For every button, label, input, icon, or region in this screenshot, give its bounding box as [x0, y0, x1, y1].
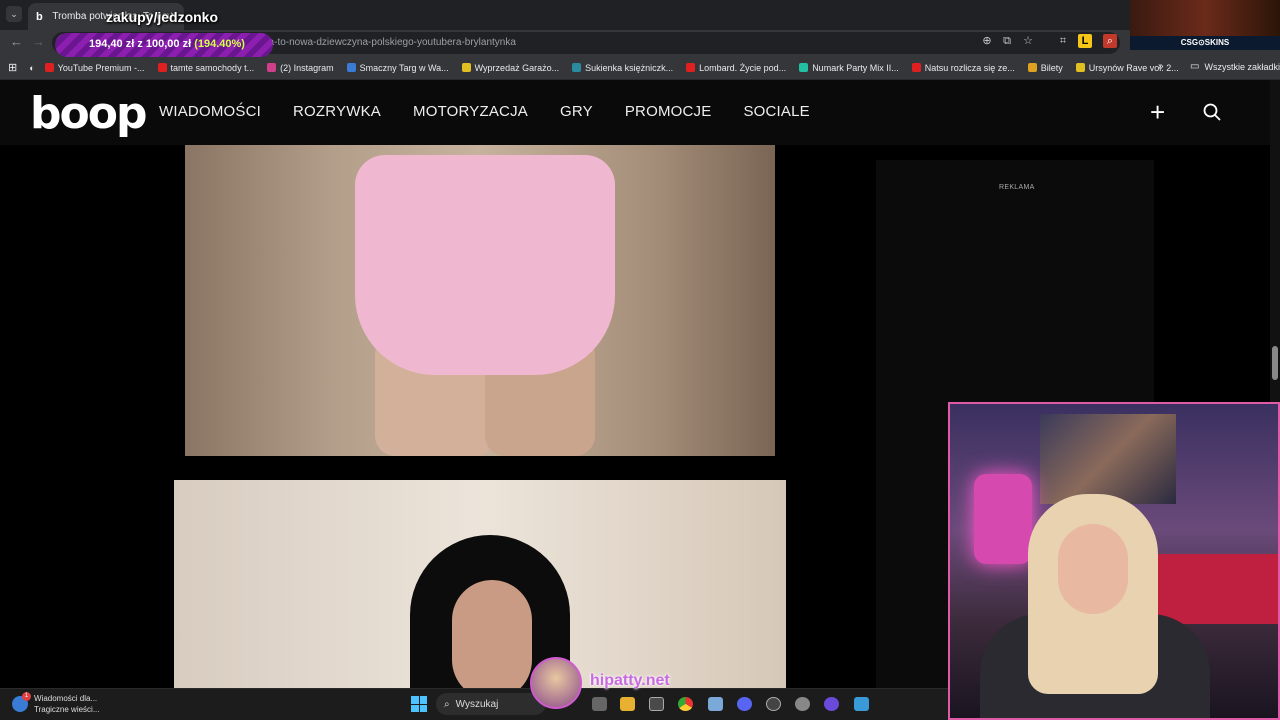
- taskbar-search-icon: ⌕: [444, 698, 450, 710]
- streamer-avatar: [530, 657, 582, 709]
- nav-item-motoryzacja[interactable]: MOTORYZACJA: [413, 103, 528, 120]
- extension-red-icon[interactable]: ⌕: [1103, 34, 1117, 48]
- install-app-icon[interactable]: ⧉: [1000, 34, 1014, 48]
- bookmarks-bar: ⊞ ◐ YouTube Premium -... tamte samochody …: [0, 56, 1280, 80]
- bookmark-favicon-icon: [346, 63, 356, 72]
- news-badge: 1: [22, 692, 31, 701]
- bookmark-label: tamte samochody t...: [170, 62, 255, 73]
- taskbar-search-label: Wyszukaj: [455, 698, 499, 710]
- bookmark-item[interactable]: Bilety: [1027, 62, 1063, 73]
- bookmark-item[interactable]: Numark Party Mix II...: [799, 63, 899, 73]
- news-subtitle: Tragiczne wieści...: [34, 705, 100, 714]
- tab-favicon-icon: b: [36, 10, 43, 23]
- nav-item-sociale[interactable]: SOCIALE: [743, 103, 809, 120]
- task-view-icon[interactable]: [592, 697, 607, 711]
- search-icon[interactable]: [1203, 103, 1221, 121]
- bookmark-favicon-icon: [1027, 63, 1037, 72]
- stream-overlay-title: zakupy/jedzonko: [106, 9, 219, 25]
- news-widget-icon: 1: [12, 692, 31, 712]
- news-widget[interactable]: 1 Wiadomości dla... Tragiczne wieści...: [12, 692, 100, 715]
- back-arrow-icon[interactable]: ←: [10, 34, 23, 49]
- bookmark-favicon-icon: [157, 63, 167, 72]
- bookmark-label: Numark Party Mix II...: [812, 62, 899, 73]
- folder-icon: ▭: [1190, 61, 1200, 72]
- all-bookmarks-folder[interactable]: ▭ Wszystkie zakładki: [1190, 61, 1280, 72]
- app-circle-icon[interactable]: [824, 697, 839, 711]
- bookmark-item[interactable]: Wyprzedaż Garażo...: [461, 62, 560, 73]
- bookmark-label: YouTube Premium -...: [57, 62, 145, 73]
- app-window-icon[interactable]: [854, 697, 869, 711]
- extension-icon[interactable]: ⌗: [1056, 34, 1070, 48]
- bookmark-label: Wyprzedaż Garażo...: [474, 62, 560, 73]
- bookmark-favicon-icon: [44, 63, 54, 72]
- nav-item-rozrywka[interactable]: ROZRYWKA: [293, 103, 381, 120]
- nav-item-promocje[interactable]: PROMOCJE: [625, 103, 712, 120]
- file-explorer-icon[interactable]: [620, 697, 635, 711]
- bookmark-item[interactable]: Smaczny Targ w Wa...: [346, 62, 449, 73]
- bookmark-label: Lombard. Życie pod...: [699, 62, 787, 73]
- taskbar-search[interactable]: ⌕ Wyszukaj: [436, 693, 546, 715]
- nav-item-gry[interactable]: GRY: [560, 103, 593, 120]
- bookmark-favicon-icon: [572, 63, 582, 72]
- site-logo[interactable]: boop: [30, 88, 147, 139]
- donation-amount: 194,40 zł z 100,00 zł: [89, 38, 192, 50]
- bookmark-favicon-icon: [267, 63, 277, 72]
- bookmark-label: Ursynów Rave vol. 2...: [1088, 62, 1179, 73]
- notepad-icon[interactable]: [708, 697, 723, 711]
- donation-goal-text: 194,40 zł z 100,00 zł (194.40%): [89, 38, 245, 50]
- obs-icon[interactable]: [766, 697, 781, 711]
- bookmark-item[interactable]: tamte samochody t...: [157, 62, 255, 73]
- bookmark-favicon-icon: [1075, 63, 1085, 72]
- nav-item-wiadomosci[interactable]: WIADOMOŚCI: [159, 103, 261, 120]
- article-photo-1: [185, 145, 775, 456]
- tab-search-menu-button[interactable]: ⌄: [6, 6, 22, 22]
- bookmark-favicon-icon: [461, 63, 471, 72]
- csgo-skins-badge: CSG⊙SKINS: [1130, 36, 1280, 50]
- bookmark-label: Smaczny Targ w Wa...: [359, 62, 449, 73]
- plus-icon[interactable]: +: [1150, 99, 1165, 125]
- bookmark-item[interactable]: (2) Instagram: [267, 63, 334, 73]
- zoom-icon[interactable]: ⊕: [980, 34, 994, 48]
- top-camera-feed: [1130, 0, 1280, 36]
- extension-l-icon[interactable]: L: [1078, 34, 1092, 48]
- bookmark-favicon-icon: [911, 63, 921, 72]
- discord-icon[interactable]: [737, 697, 752, 711]
- bookmark-label: Natsu rozlicza się ze...: [924, 62, 1015, 73]
- bookmark-favicon-icon: [686, 63, 696, 72]
- bookmark-label: Sukienka księżniczk...: [585, 62, 674, 73]
- settings-gear-icon[interactable]: [795, 697, 810, 711]
- url-text[interactable]: dza-to-nowa-dziewczyna-polskiego-youtube…: [258, 37, 516, 48]
- donation-percent: (194.40%): [194, 38, 245, 50]
- bookmark-item[interactable]: Natsu rozlicza się ze...: [911, 62, 1015, 73]
- article-photo-2: [174, 480, 786, 688]
- star-icon[interactable]: ☆: [1021, 34, 1035, 48]
- forward-arrow-icon[interactable]: →: [32, 34, 45, 49]
- bookmark-item[interactable]: YouTube Premium -...: [44, 62, 145, 73]
- news-title: Wiadomości dla...: [34, 694, 98, 703]
- bookmark-item[interactable]: Lombard. Życie pod...: [686, 63, 786, 73]
- store-icon[interactable]: [649, 697, 664, 711]
- bookmark-favicon-icon: [799, 63, 809, 72]
- bookmarks-more-icon[interactable]: »: [1158, 61, 1164, 72]
- all-bookmarks-label: Wszystkie zakładki: [1204, 61, 1280, 72]
- main-navigation: WIADOMOŚCI ROZRYWKA MOTORYZACJA GRY PROM…: [159, 103, 810, 120]
- windows-start-icon[interactable]: [411, 696, 427, 712]
- ad-label: REKLAMA: [999, 184, 1035, 191]
- apps-grid-icon[interactable]: ⊞: [8, 61, 17, 74]
- chrome-icon[interactable]: [678, 697, 693, 711]
- bookmark-label: Bilety: [1040, 62, 1063, 73]
- scrollbar-thumb[interactable]: [1272, 346, 1278, 380]
- streamer-watermark: hipatty.net: [590, 672, 670, 689]
- bookmark-icon-only[interactable]: ◐: [29, 63, 34, 73]
- streamer-webcam: [948, 402, 1280, 720]
- bookmark-item[interactable]: Sukienka księżniczk...: [572, 63, 673, 73]
- bookmark-label: (2) Instagram: [280, 62, 334, 73]
